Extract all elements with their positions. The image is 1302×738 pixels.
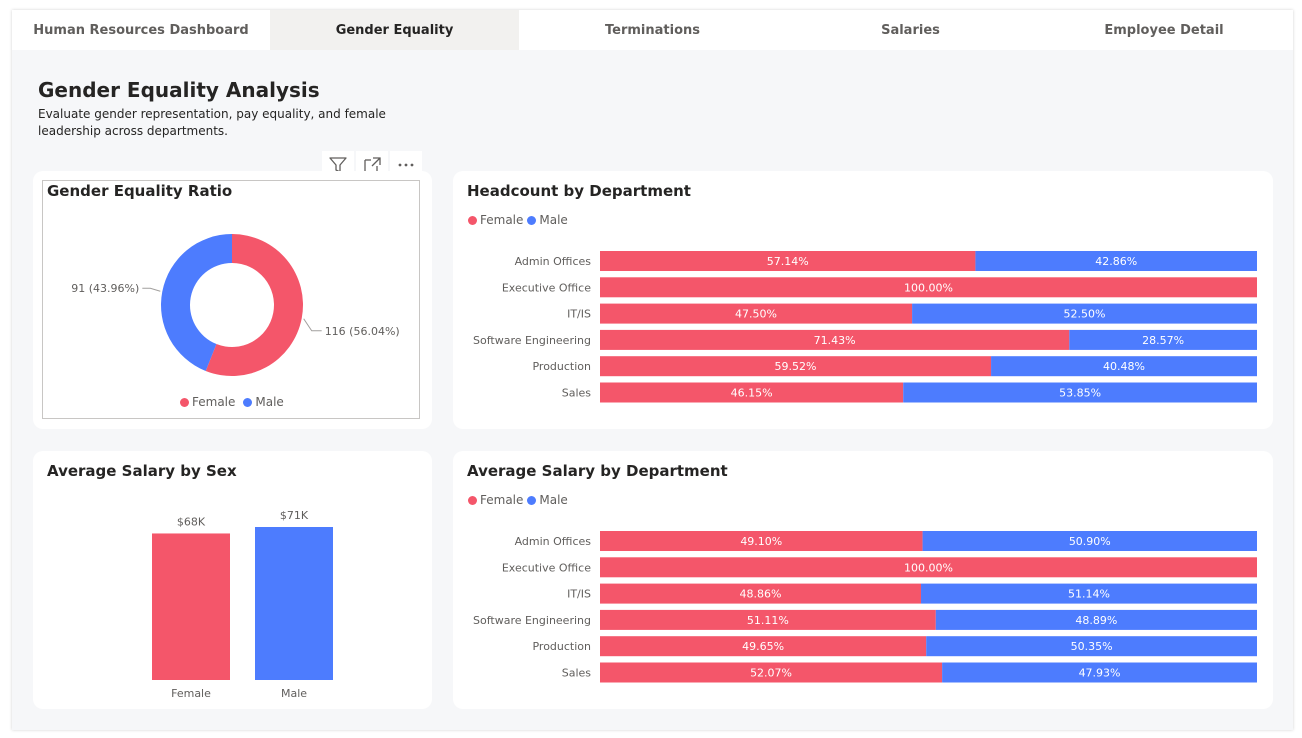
category-label: Software Engineering bbox=[473, 614, 591, 627]
male-dot-icon bbox=[243, 397, 253, 407]
donut-leader-line bbox=[303, 318, 322, 332]
salary-by-sex-card[interactable]: Average Salary by Sex $68K Female $71K Male bbox=[33, 451, 432, 709]
bar-data-label: 48.89% bbox=[1075, 614, 1117, 627]
legend-item-female[interactable]: Female bbox=[180, 395, 235, 409]
bar-data-label: 100.00% bbox=[904, 281, 953, 294]
headcount-bar-chart: Admin Offices 57.14% 42.86% Executive Offic… bbox=[473, 251, 1257, 403]
donut-data-label: 116 (56.04%) bbox=[325, 325, 400, 338]
bar-data-label: 42.86% bbox=[1095, 255, 1137, 268]
bar-data-label: 52.50% bbox=[1064, 308, 1106, 321]
page-subtitle: Evaluate gender representation, pay equa… bbox=[38, 107, 386, 138]
category-label: Sales bbox=[562, 387, 592, 400]
bar-data-label: 100.00% bbox=[904, 561, 953, 574]
column-data-label: $68K bbox=[177, 515, 206, 528]
bar-data-label: 48.86% bbox=[740, 588, 782, 601]
category-label: Male bbox=[281, 687, 307, 700]
category-label: Sales bbox=[562, 667, 592, 680]
tab-human-resources-dashboard[interactable]: Human Resources Dashboard bbox=[12, 10, 270, 50]
donut-legend: Female Male bbox=[180, 395, 292, 409]
category-label: IT/IS bbox=[567, 588, 591, 601]
headcount-card[interactable]: Headcount by Department Female Male Admi… bbox=[453, 171, 1273, 429]
donut-leader-line bbox=[142, 287, 161, 292]
page-tabs: Human Resources Dashboard Gender Equalit… bbox=[12, 10, 1293, 50]
column-male bbox=[255, 527, 333, 680]
category-label: Production bbox=[532, 360, 591, 373]
column-female bbox=[152, 533, 230, 680]
category-label: Admin Offices bbox=[515, 255, 592, 268]
bar-data-label: 47.50% bbox=[735, 308, 777, 321]
category-label: Executive Office bbox=[502, 281, 591, 294]
salary-by-department-card[interactable]: Average Salary by Department Female Male… bbox=[453, 451, 1273, 709]
category-label: Software Engineering bbox=[473, 334, 591, 347]
legend-item-male[interactable]: Male bbox=[243, 395, 284, 409]
category-label: Production bbox=[532, 640, 591, 653]
salary-bar-chart: Admin Offices 49.10% 50.90% Executive Offic… bbox=[473, 531, 1257, 683]
bar-data-label: 49.10% bbox=[740, 535, 782, 548]
tab-terminations[interactable]: Terminations bbox=[519, 10, 786, 50]
bar-data-label: 50.35% bbox=[1071, 640, 1113, 653]
bar-data-label: 57.14% bbox=[767, 255, 809, 268]
category-label: Executive Office bbox=[502, 561, 591, 574]
bar-data-label: 49.65% bbox=[742, 640, 784, 653]
bar-data-label: 59.52% bbox=[775, 360, 817, 373]
tab-employee-detail[interactable]: Employee Detail bbox=[1035, 10, 1293, 50]
bar-data-label: 51.11% bbox=[747, 614, 789, 627]
female-dot-icon bbox=[180, 397, 189, 407]
bar-data-label: 28.57% bbox=[1142, 334, 1184, 347]
donut-data-label: 91 (43.96%) bbox=[71, 282, 139, 295]
tab-gender-equality[interactable]: Gender Equality bbox=[270, 10, 519, 50]
column-data-label: $71K bbox=[280, 509, 309, 522]
legend-label: Male bbox=[255, 395, 284, 409]
bar-data-label: 50.90% bbox=[1069, 535, 1111, 548]
bar-data-label: 46.15% bbox=[731, 387, 773, 400]
bar-data-label: 52.07% bbox=[750, 667, 792, 680]
donut-chart: 116 (56.04%) 91 (43.96%) bbox=[71, 234, 400, 376]
gender-ratio-card[interactable]: Gender Equality Ratio 116 (56.04%) 91 (43… bbox=[33, 171, 432, 429]
page-title: Gender Equality Analysis bbox=[38, 78, 320, 102]
legend-label: Female bbox=[192, 395, 236, 409]
bar-data-label: 40.48% bbox=[1103, 360, 1145, 373]
tab-salaries[interactable]: Salaries bbox=[786, 10, 1035, 50]
bar-data-label: 51.14% bbox=[1068, 588, 1110, 601]
category-label: IT/IS bbox=[567, 308, 591, 321]
bar-data-label: 47.93% bbox=[1079, 667, 1121, 680]
salary-column-chart: $68K Female $71K Male bbox=[152, 509, 333, 700]
bar-data-label: 71.43% bbox=[814, 334, 856, 347]
report-canvas: Human Resources Dashboard Gender Equalit… bbox=[12, 10, 1293, 730]
category-label: Admin Offices bbox=[515, 535, 592, 548]
category-label: Female bbox=[171, 687, 211, 700]
bar-data-label: 53.85% bbox=[1059, 387, 1101, 400]
